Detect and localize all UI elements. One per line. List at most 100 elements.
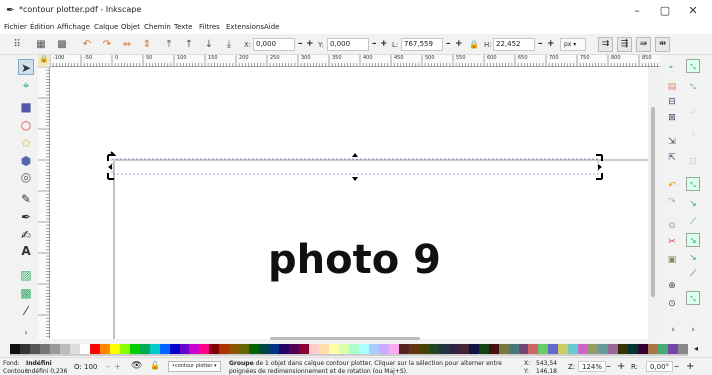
- palette-swatch[interactable]: [488, 344, 500, 354]
- menu-affichage[interactable]: Affichage: [57, 23, 90, 31]
- horizontal-scrollbar-thumb[interactable]: [270, 337, 420, 340]
- palette-swatch[interactable]: [508, 344, 519, 354]
- maximize-button[interactable]: ▢: [652, 2, 678, 20]
- close-button[interactable]: ✕: [680, 2, 706, 20]
- snap-centers-icon[interactable]: ⊡: [686, 155, 700, 169]
- palette-swatch[interactable]: [109, 344, 121, 354]
- deselect-icon[interactable]: ▩: [55, 38, 69, 52]
- 3d-box-tool-icon[interactable]: ⬢: [18, 153, 34, 169]
- y-field[interactable]: 0,000: [327, 38, 369, 51]
- snap-intersections-icon[interactable]: ⟋: [686, 215, 700, 229]
- zoom-plus-button[interactable]: +: [617, 361, 625, 372]
- palette-swatch[interactable]: [59, 344, 71, 354]
- y-plus-button[interactable]: +: [380, 39, 388, 49]
- snap-cusp-icon[interactable]: ↘: [686, 233, 700, 247]
- export-icon[interactable]: ⇱: [665, 151, 679, 165]
- minimize-button[interactable]: –: [624, 2, 650, 20]
- layer-select[interactable]: •contour plotter ▾: [168, 361, 221, 372]
- redo-icon[interactable]: ↷: [665, 195, 679, 209]
- calligraphy-tool-icon[interactable]: ✍: [18, 227, 34, 243]
- palette-swatch[interactable]: [319, 344, 330, 354]
- height-minus-button[interactable]: –: [538, 39, 543, 49]
- palette-swatch[interactable]: [548, 344, 559, 354]
- transform-patterns-toggle-icon[interactable]: ⇻: [655, 37, 670, 52]
- flip-vertical-icon[interactable]: ⇕: [140, 38, 154, 52]
- lower-icon[interactable]: ↓: [202, 38, 216, 52]
- palette-swatch[interactable]: [39, 344, 51, 354]
- lock-ratio-icon[interactable]: 🔒: [467, 38, 481, 52]
- palette-swatch[interactable]: [169, 344, 180, 354]
- height-plus-button[interactable]: +: [547, 39, 555, 49]
- menu-chemin[interactable]: Chemin: [144, 23, 171, 31]
- palette-swatch[interactable]: [408, 344, 420, 354]
- copy-icon[interactable]: ⧉: [665, 219, 679, 233]
- snap-smooth-icon[interactable]: ↘: [686, 251, 700, 265]
- opacity-plus-button[interactable]: +: [114, 362, 121, 371]
- zoom-field[interactable]: 124%: [578, 361, 607, 372]
- open-file-icon[interactable]: ▤: [665, 80, 679, 94]
- palette-swatch[interactable]: [189, 344, 200, 354]
- snap-midpoints-lines-icon[interactable]: ⟋: [686, 267, 700, 281]
- ellipse-tool-icon[interactable]: ○: [18, 117, 34, 133]
- palette-swatch[interactable]: [159, 344, 171, 354]
- palette-swatch[interactable]: [89, 344, 101, 354]
- print-icon[interactable]: ⊠: [665, 111, 679, 125]
- palette-swatch[interactable]: [339, 344, 350, 354]
- rotate-ccw-icon[interactable]: ↶: [80, 38, 94, 52]
- palette-swatch[interactable]: [279, 344, 290, 354]
- palette-swatch[interactable]: [289, 344, 300, 354]
- palette-swatch[interactable]: [179, 344, 190, 354]
- transform-gradients-toggle-icon[interactable]: ⇛: [636, 37, 651, 52]
- palette-swatch[interactable]: [199, 344, 210, 354]
- palette-swatch[interactable]: [588, 344, 599, 354]
- selector-tool-icon[interactable]: ➤: [18, 59, 34, 75]
- scale-corners-toggle-icon[interactable]: ⇶: [617, 37, 632, 52]
- palette-swatch[interactable]: [249, 344, 260, 354]
- palette-swatch[interactable]: [598, 344, 609, 354]
- height-field[interactable]: 22,452: [493, 38, 535, 51]
- import-icon[interactable]: ⇲: [665, 135, 679, 149]
- menu-texte[interactable]: Texte: [174, 23, 192, 31]
- snap-page-icon[interactable]: ⤡: [686, 291, 700, 305]
- canvas[interactable]: photo 9: [50, 67, 648, 339]
- undo-icon[interactable]: ↶: [665, 179, 679, 193]
- palette-swatch[interactable]: [578, 344, 589, 354]
- palette-swatch[interactable]: [478, 344, 490, 354]
- snap-paths-icon[interactable]: ↘: [686, 197, 700, 211]
- palette-swatch[interactable]: [638, 344, 649, 354]
- lock-guides-icon[interactable]: 🔒: [38, 55, 50, 67]
- snap-bbox-edges-icon[interactable]: ⤡: [686, 80, 700, 94]
- paste-icon[interactable]: ▣: [665, 253, 679, 267]
- palette-swatch[interactable]: [299, 344, 310, 354]
- palette-swatch[interactable]: [10, 344, 21, 354]
- palette-swatch[interactable]: [99, 344, 111, 354]
- menu-objet[interactable]: Objet: [121, 23, 140, 31]
- palette-swatch[interactable]: [398, 344, 410, 354]
- toggle-lock-icon[interactable]: 🔓: [150, 361, 160, 370]
- palette-swatch[interactable]: [418, 344, 430, 354]
- palette-swatch[interactable]: [518, 344, 529, 354]
- palette-swatch[interactable]: [209, 344, 220, 354]
- opacity-value[interactable]: 100: [84, 363, 97, 371]
- palette-menu-icon[interactable]: ◂: [694, 344, 698, 353]
- dropper-tool-icon[interactable]: ⁄: [18, 303, 34, 319]
- select-all-layers-icon[interactable]: ▦: [34, 38, 48, 52]
- rotation-minus-button[interactable]: –: [674, 361, 679, 372]
- zoom-minus-button[interactable]: –: [606, 361, 611, 372]
- palette-swatch[interactable]: [129, 344, 141, 354]
- palette-swatch[interactable]: [498, 344, 510, 354]
- palette-swatch[interactable]: [79, 344, 91, 354]
- palette-swatch[interactable]: [139, 344, 151, 354]
- unit-select[interactable]: px ▾: [560, 38, 586, 51]
- zoom-drawing-icon[interactable]: ⊙: [665, 297, 679, 311]
- cut-icon[interactable]: ✂: [665, 235, 679, 249]
- star-tool-icon[interactable]: ✩: [18, 135, 34, 151]
- opacity-minus-button[interactable]: –: [106, 362, 110, 371]
- palette-swatch[interactable]: [358, 344, 370, 354]
- rotation-field[interactable]: 0,00°: [646, 361, 674, 372]
- snap-midpoints-icon[interactable]: ⌟: [686, 125, 700, 139]
- node-tool-icon[interactable]: ⌖: [18, 77, 34, 93]
- width-field[interactable]: 767,559: [401, 38, 443, 51]
- lower-to-bottom-icon[interactable]: ⤓: [222, 38, 236, 52]
- scale-stroke-toggle-icon[interactable]: ⇉: [598, 37, 613, 52]
